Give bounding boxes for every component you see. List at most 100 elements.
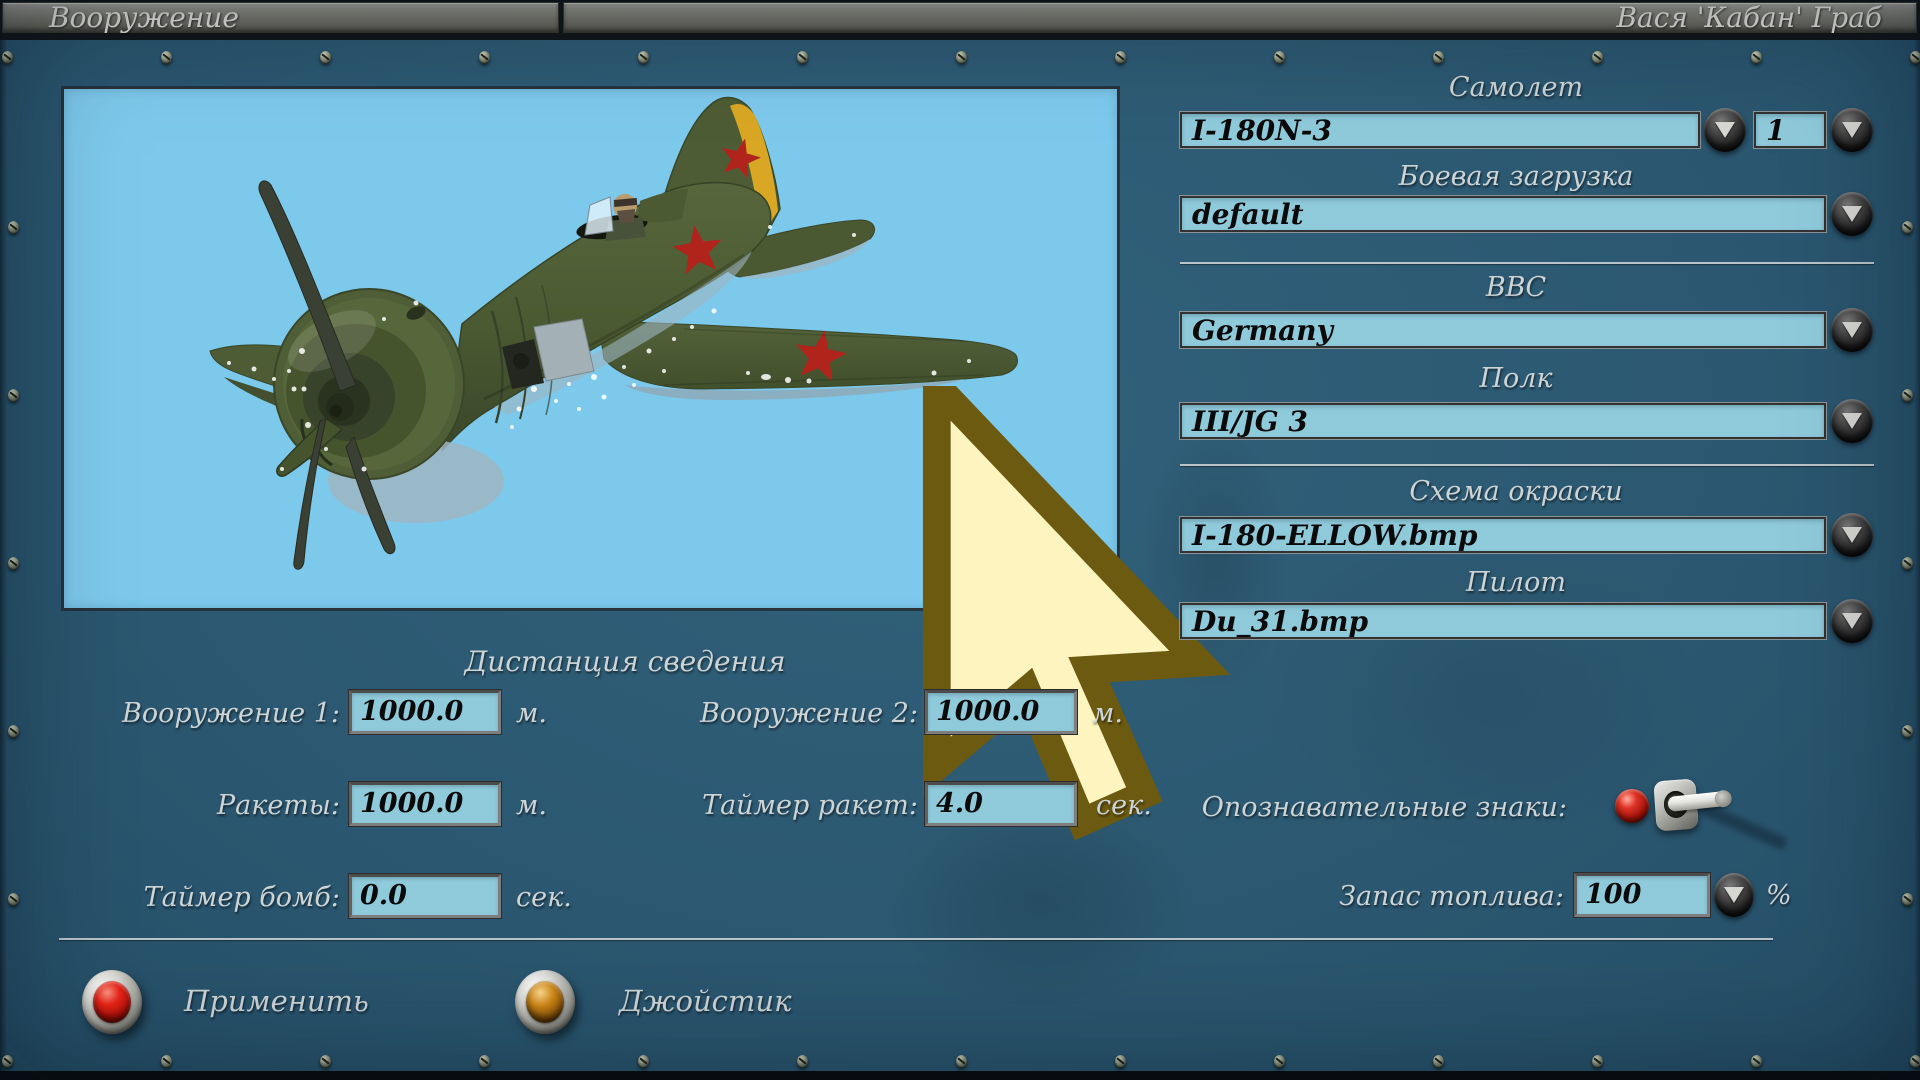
bottom-divider <box>59 938 1773 940</box>
loadout-label: Боевая загрузка <box>1398 161 1634 192</box>
weapon1-label: Вооружение 1: <box>122 698 340 729</box>
toggle-lever-cap-icon <box>1713 789 1733 809</box>
screw-icon <box>1592 1055 1603 1068</box>
screw-icon <box>8 725 19 738</box>
air-force-select[interactable]: Germany <box>1180 312 1826 348</box>
aircraft-count-value: 1 <box>1766 113 1786 147</box>
rockets-unit: м. <box>516 790 547 821</box>
screw-icon <box>956 1055 967 1068</box>
paint-scheme-label: Схема окраски <box>1409 476 1623 507</box>
loadout-select[interactable]: default <box>1180 196 1826 232</box>
pilot-skin-label: Пилот <box>1466 567 1566 598</box>
screw-icon <box>8 893 19 906</box>
bomb-timer-unit: сек. <box>516 882 572 913</box>
screw-icon <box>161 1055 172 1068</box>
screw-icon <box>8 389 19 402</box>
screw-icon <box>1902 557 1913 570</box>
rockets-label: Ракеты: <box>216 790 340 821</box>
screen-title: Вооружение <box>49 1 239 34</box>
rocket-timer-input[interactable] <box>925 782 1077 826</box>
armament-screen: Вооружение Вася 'Кабан' Граб Самолет I-1… <box>0 0 1920 1080</box>
titlebar-left-segment: Вооружение <box>2 1 559 34</box>
weapon2-label: Вооружение 2: <box>700 698 918 729</box>
amber-dome-icon <box>526 981 564 1023</box>
paint-scheme-arrow-button[interactable] <box>1831 513 1873 557</box>
titlebar-right-segment: Вася 'Кабан' Граб <box>563 1 1917 34</box>
red-dome-icon <box>93 981 131 1023</box>
pilot-skin-select[interactable]: Du_31.bmp <box>1180 603 1826 639</box>
aircraft-count-field[interactable]: 1 <box>1754 112 1826 148</box>
weapon2-input[interactable] <box>925 690 1077 734</box>
down-triangle-icon <box>1842 322 1862 338</box>
screw-icon <box>479 1055 490 1068</box>
screw-icon <box>1902 725 1913 738</box>
air-force-label: ВВС <box>1485 272 1547 303</box>
regiment-arrow-button[interactable] <box>1831 399 1873 443</box>
screw-icon <box>1274 1055 1285 1068</box>
markings-toggle[interactable] <box>1610 765 1800 860</box>
screw-icon <box>1902 389 1913 402</box>
rockets-input[interactable] <box>349 782 501 826</box>
pilot-skin-arrow-button[interactable] <box>1831 599 1873 643</box>
aircraft-select-arrow-button[interactable] <box>1704 108 1746 152</box>
joystick-button[interactable] <box>515 970 575 1034</box>
screw-icon <box>638 51 649 64</box>
screw-icon <box>1115 1055 1126 1068</box>
screw-icon <box>956 51 967 64</box>
screw-icon <box>320 51 331 64</box>
fuel-input[interactable] <box>1574 873 1710 917</box>
apply-button[interactable] <box>82 970 142 1034</box>
screw-icon <box>479 51 490 64</box>
down-triangle-icon <box>1842 413 1862 429</box>
frame-edge <box>0 40 7 1080</box>
screw-icon <box>8 221 19 234</box>
down-triangle-icon <box>1715 122 1735 138</box>
air-force-arrow-button[interactable] <box>1831 308 1873 352</box>
screw-icon <box>2 51 13 64</box>
down-triangle-icon <box>1842 122 1862 138</box>
screw-icon <box>1592 51 1603 64</box>
fuel-label: Запас топлива: <box>1339 881 1564 912</box>
screw-icon <box>1274 51 1285 64</box>
regiment-value: III/JG 3 <box>1192 404 1308 438</box>
apply-label[interactable]: Применить <box>184 985 369 1017</box>
pilot-skin-value: Du_31.bmp <box>1192 604 1369 638</box>
titlebar: Вооружение Вася 'Кабан' Граб <box>0 0 1920 40</box>
loadout-value: default <box>1192 197 1304 231</box>
aircraft-image <box>209 96 1018 570</box>
air-force-value: Germany <box>1192 313 1333 347</box>
joystick-label[interactable]: Джойстик <box>619 985 791 1017</box>
paint-scheme-select[interactable]: I-180-ELLOW.bmp <box>1180 517 1826 553</box>
aircraft-count-arrow-button[interactable] <box>1831 108 1873 152</box>
regiment-select[interactable]: III/JG 3 <box>1180 403 1826 439</box>
weapon2-unit: м. <box>1092 698 1123 729</box>
bomb-timer-input[interactable] <box>349 874 501 918</box>
aircraft-select[interactable]: I-180N-3 <box>1180 112 1700 148</box>
screw-icon <box>1902 221 1913 234</box>
loadout-arrow-button[interactable] <box>1831 192 1873 236</box>
screw-icon <box>797 51 808 64</box>
down-triangle-icon <box>1842 206 1862 222</box>
weapon1-input[interactable] <box>349 690 501 734</box>
regiment-label: Полк <box>1479 363 1553 394</box>
fuel-arrow-button[interactable] <box>1714 873 1754 917</box>
screw-icon <box>1751 1055 1762 1068</box>
down-triangle-icon <box>1842 527 1862 543</box>
weapon1-unit: м. <box>516 698 547 729</box>
frame-bottom <box>0 1071 1920 1080</box>
down-triangle-icon <box>1724 887 1744 903</box>
aircraft-label: Самолет <box>1448 72 1584 103</box>
screw-icon <box>1433 1055 1444 1068</box>
markings-label: Опознавательные знаки: <box>1201 792 1567 823</box>
bomb-timer-label: Таймер бомб: <box>143 882 340 913</box>
screw-icon <box>8 557 19 570</box>
section-divider <box>1180 464 1874 466</box>
screw-icon <box>320 1055 331 1068</box>
aircraft-preview-panel <box>62 87 1231 841</box>
screw-icon <box>161 51 172 64</box>
fuel-unit: % <box>1766 880 1792 911</box>
down-triangle-icon <box>1842 613 1862 629</box>
rocket-timer-label: Таймер ракет: <box>702 790 918 821</box>
paint-scheme-value: I-180-ELLOW.bmp <box>1192 518 1478 552</box>
aircraft-value: I-180N-3 <box>1192 113 1332 147</box>
